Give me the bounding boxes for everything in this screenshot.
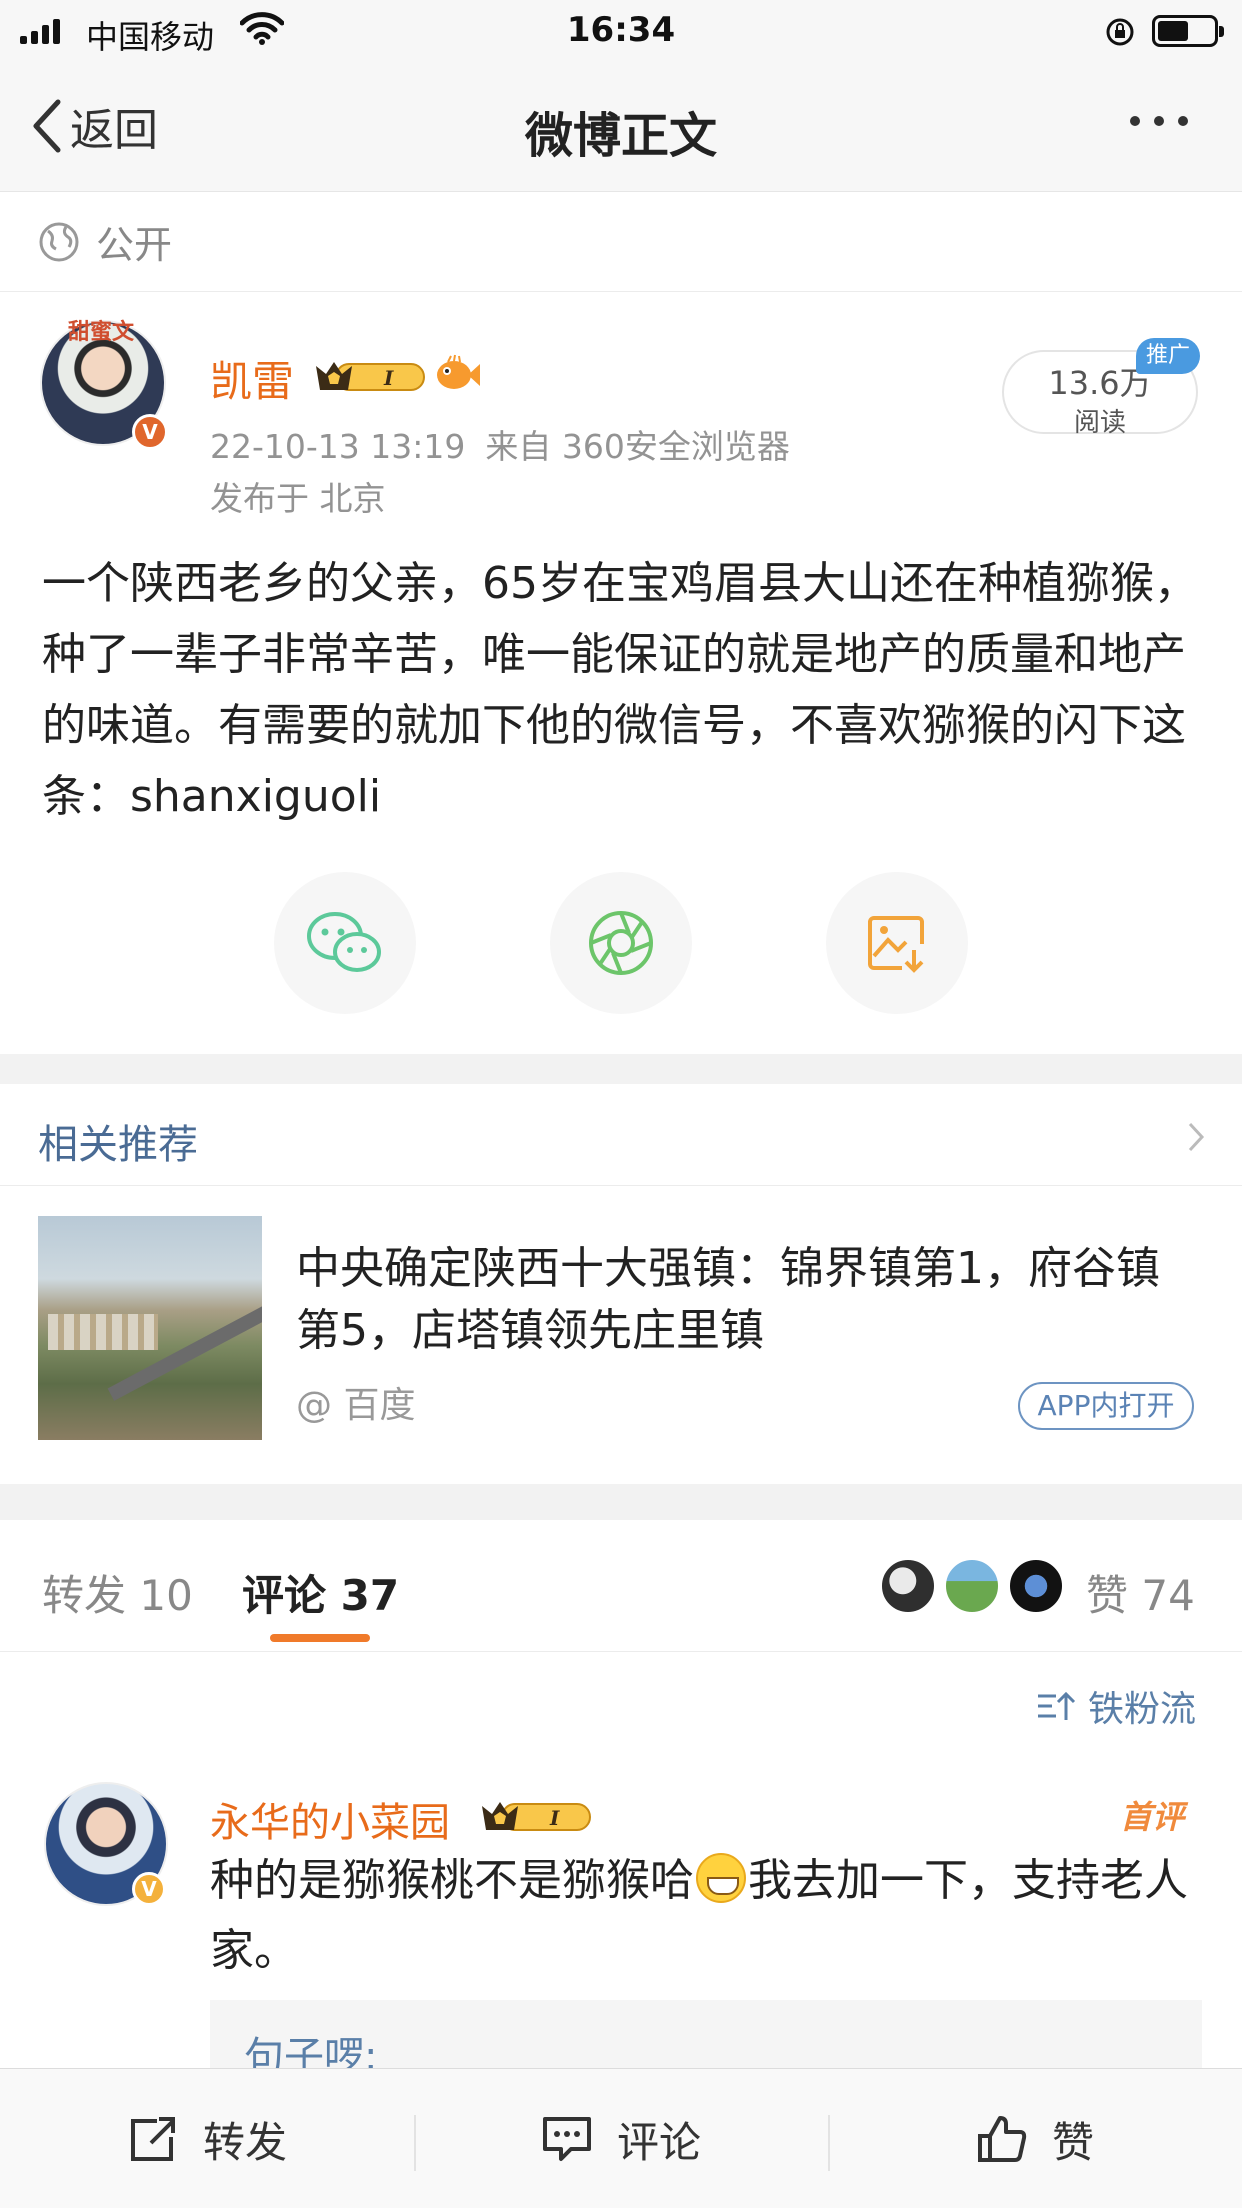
bottom-toolbar: 转发 评论 赞 (0, 2068, 1242, 2208)
save-image-button[interactable] (826, 872, 968, 1014)
dot-icon (1154, 116, 1164, 126)
author-avatar[interactable]: 甜蜜文 V (40, 320, 170, 450)
post-meta: 22-10-13 13:19 来自 360安全浏览器 (210, 420, 790, 468)
repost-icon (130, 2117, 175, 2161)
dot-icon (1130, 116, 1140, 126)
avatar-pendant: 甜蜜文 (67, 320, 134, 345)
related-title: 相关推荐 (38, 1122, 198, 1168)
fish-icon (437, 354, 480, 389)
active-tab-indicator (270, 1634, 370, 1642)
commenter-avatar[interactable]: V (44, 1782, 170, 1908)
dot-icon (1178, 116, 1188, 126)
liker-avatars[interactable] (880, 1558, 1064, 1614)
interaction-tabs: 转发 10 评论 37 赞 74 (0, 1520, 1242, 1652)
clock: 16:34 (566, 10, 676, 50)
vip-level: I (383, 366, 394, 390)
section-divider (0, 1484, 1242, 1520)
related-header[interactable]: 相关推荐 (0, 1084, 1242, 1186)
comment-text: 种的是猕猴桃不是猕猴哈 我去加一下，支持老人家。 (210, 1846, 1210, 1986)
like-label: 赞 (1051, 2117, 1094, 2167)
first-comment-tag: 首评 (1120, 1798, 1185, 1836)
wechat-icon (307, 912, 381, 972)
verified-icon: V (132, 1872, 166, 1906)
liker-avatar (1008, 1558, 1064, 1614)
post-location: 发布于 北京 (210, 479, 386, 518)
liker-avatar (944, 1558, 1000, 1614)
liker-avatar (880, 1558, 936, 1614)
sort-icon (1038, 1691, 1076, 1720)
post-text: 一个陕西老乡的父亲，65岁在宝鸡眉县大山还在种植猕猴，种了一辈子非常辛苦，唯一能… (42, 558, 1198, 822)
comment-icon (542, 2117, 591, 2161)
read-label: 阅读 (1073, 408, 1126, 438)
vip-crown-icon: I (316, 362, 425, 391)
verified-icon: V (132, 414, 168, 450)
chevron-right-icon (1188, 1122, 1205, 1152)
share-moments-button[interactable] (550, 872, 692, 1014)
section-divider (0, 1054, 1242, 1084)
open-in-app-button[interactable]: APP内打开 (1018, 1382, 1194, 1430)
save-image-icon (868, 916, 924, 973)
tab-reposts[interactable]: 转发 10 (42, 1562, 193, 1623)
post-timestamp: 22-10-13 13:19 (210, 427, 466, 466)
vip-crown-icon: I (482, 1802, 591, 1831)
globe-icon (39, 222, 79, 261)
like-button[interactable]: 赞 (828, 2069, 1242, 2208)
moments-icon (589, 911, 653, 975)
page-title: 微博正文 (524, 108, 717, 164)
grin-emoji-icon (696, 1853, 746, 1903)
status-bar: 中国移动 16:34 (0, 0, 1242, 62)
related-headline: 中央确定陕西十大强镇：锦界镇第1，府谷镇第5，店塔镇领先庄里镇 (296, 1243, 1160, 1356)
more-menu-button[interactable] (1130, 116, 1188, 126)
sort-label: 铁粉流 (1088, 1689, 1197, 1730)
tab-comments[interactable]: 评论 37 (242, 1562, 399, 1623)
thumbs-up-icon (977, 2116, 1027, 2162)
related-source: @ 百度 (296, 1385, 416, 1426)
repost-label: 转发 (202, 2117, 287, 2167)
visibility-row: 公开 (0, 192, 1242, 292)
share-row (0, 872, 1242, 1017)
battery-level (1158, 21, 1188, 41)
comment-button[interactable]: 评论 (414, 2069, 828, 2208)
author-name[interactable]: 凯雷 (210, 348, 294, 409)
comment-sort-button[interactable]: 铁粉流 (1036, 1680, 1196, 1732)
comment-text-part: 种的是猕猴桃不是猕猴哈 (210, 1855, 694, 1906)
commenter-name[interactable]: 永华的小菜园 (210, 1790, 450, 1848)
related-thumbnail (38, 1216, 262, 1440)
repost-button[interactable]: 转发 (0, 2069, 414, 2208)
related-card[interactable]: 中央确定陕西十大强镇：锦界镇第1，府谷镇第5，店塔镇领先庄里镇 @ 百度 APP… (0, 1186, 1242, 1484)
promo-tag: 推广 (1136, 338, 1200, 374)
share-wechat-button[interactable] (274, 872, 416, 1014)
battery-icon (1152, 15, 1224, 47)
nav-bar: 返回 微博正文 (0, 62, 1242, 192)
tab-likes[interactable]: 赞 74 (1086, 1562, 1195, 1623)
post-source: 来自 360安全浏览器 (485, 427, 790, 466)
visibility-label: 公开 (96, 223, 173, 267)
rotation-lock-icon (1104, 16, 1136, 52)
vip-level: I (549, 1806, 560, 1830)
comment-label: 评论 (616, 2117, 701, 2167)
